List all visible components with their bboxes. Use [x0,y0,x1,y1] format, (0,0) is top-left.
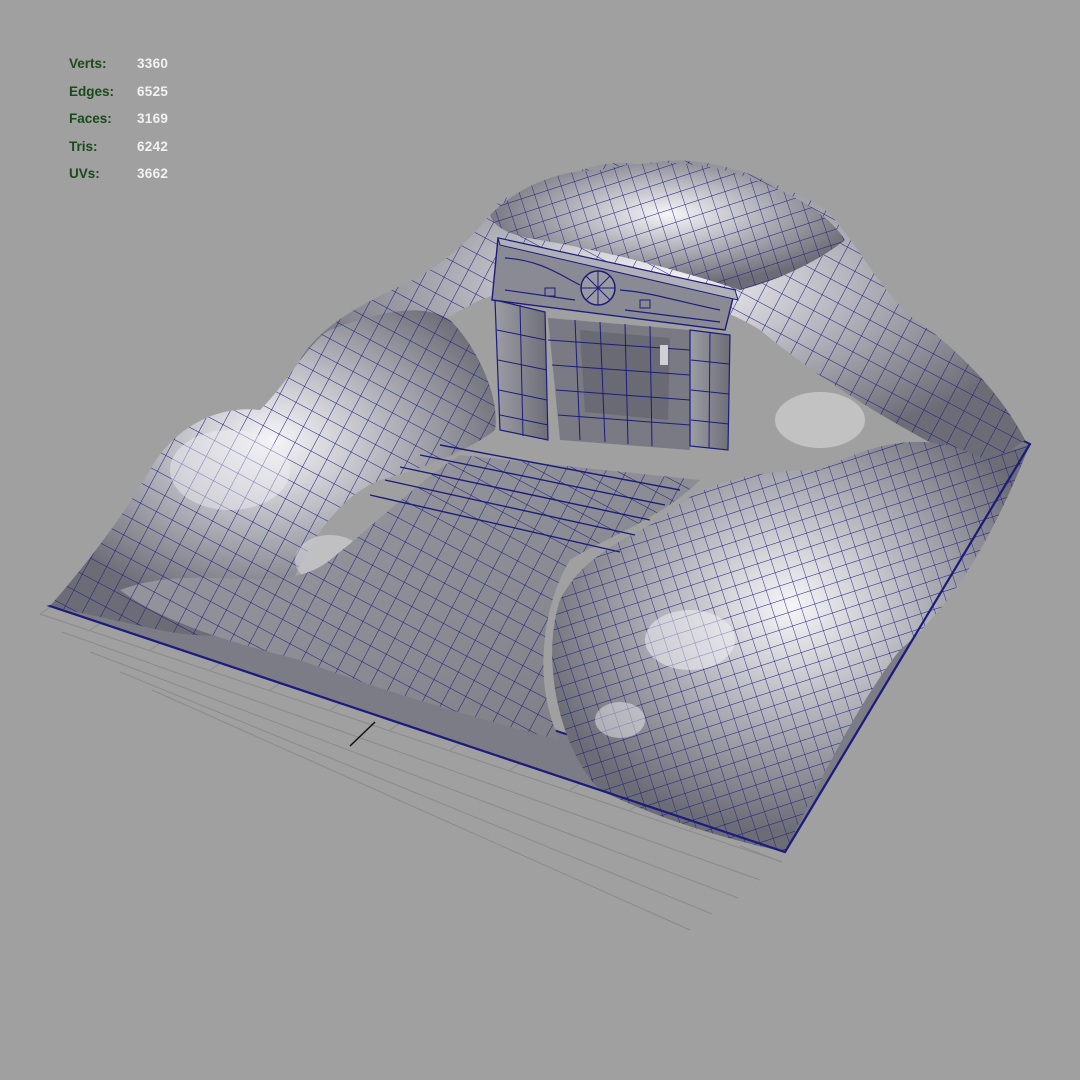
uvs-label: UVs: [69,166,100,182]
uvs-value: 3662 [137,166,169,182]
hud-row-tris: Tris: 6242 [69,133,168,161]
hud-row-verts: Verts: 3360 [69,50,168,78]
gate-pillar-left [494,299,549,441]
hud-row-uvs: UVs: 3662 [69,160,168,188]
edges-label: Edges: [69,83,115,99]
hud-row-faces: Faces: 3169 [69,105,168,133]
hud-row-edges: Edges: 6525 [69,78,168,106]
3d-viewport[interactable]: Verts: 3360 Edges: 6525 Faces: 3169 Tris… [0,0,1080,1080]
tris-label: Tris: [69,138,98,154]
edges-value: 6525 [137,83,169,99]
verts-label: Verts: [69,56,107,72]
tunnel-interior [547,318,691,450]
verts-value: 3360 [137,56,169,72]
gate-pillar-right [689,329,731,451]
poly-count-hud: Verts: 3360 Edges: 6525 Faces: 3169 Tris… [69,50,168,188]
rock-mass-right [552,392,1030,852]
faces-value: 3169 [137,111,169,127]
faces-label: Faces: [69,111,112,127]
tris-value: 6242 [137,138,169,154]
